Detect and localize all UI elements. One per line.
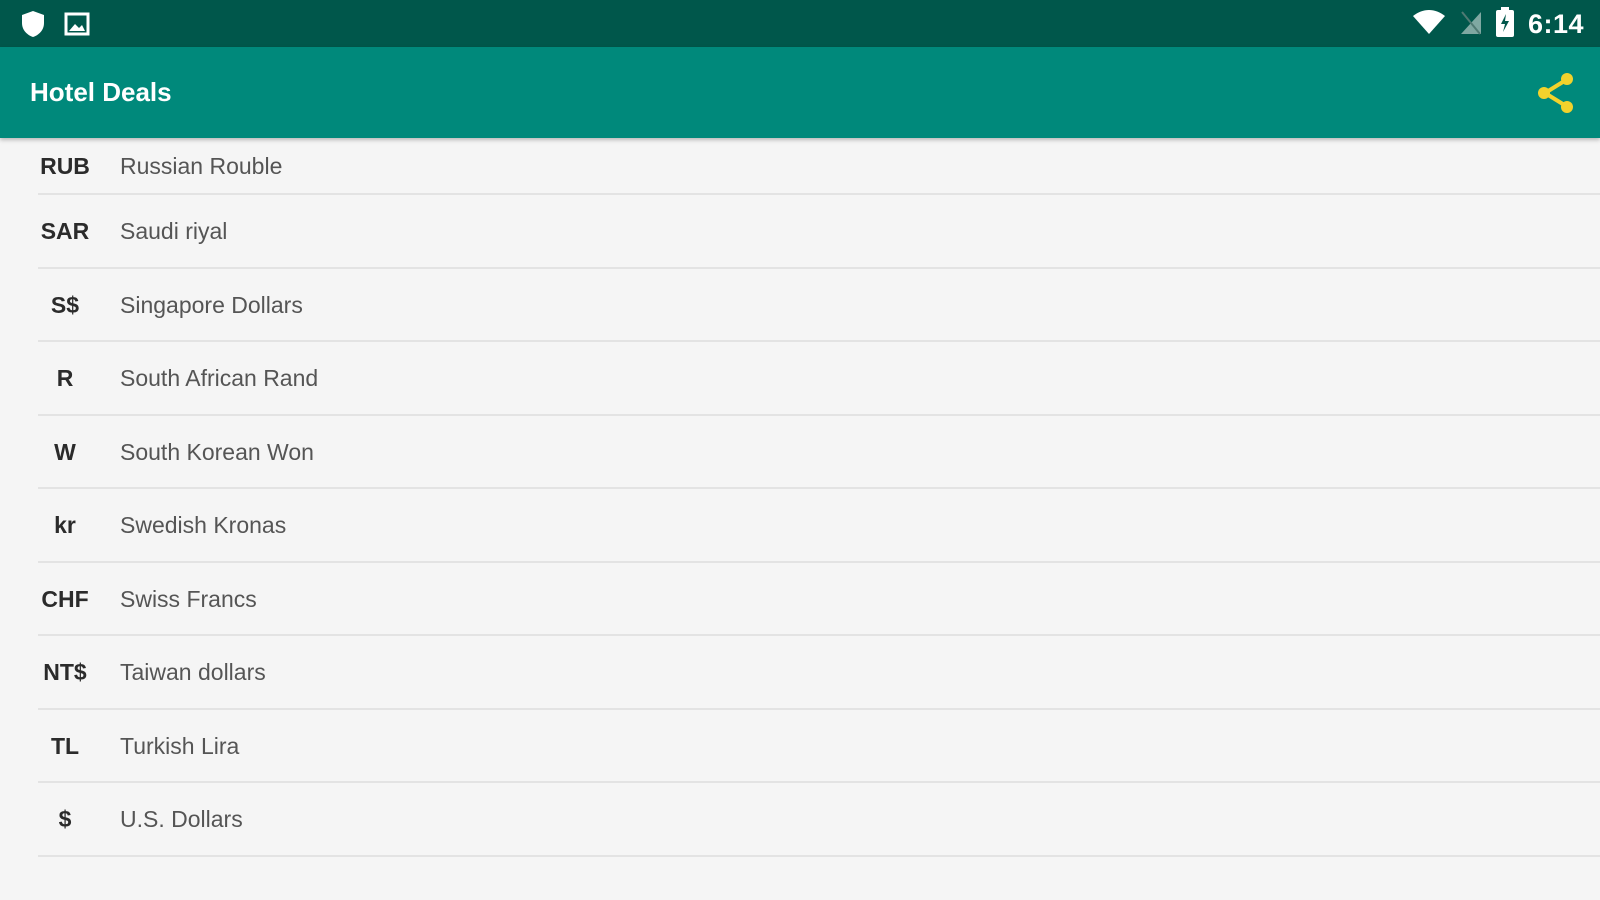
currency-name: Swiss Francs — [120, 585, 257, 612]
currency-row[interactable]: $ U.S. Dollars — [0, 783, 1600, 857]
no-sim-icon — [1460, 9, 1482, 40]
currency-code: SAR — [40, 218, 90, 245]
currency-code: S$ — [50, 291, 80, 318]
currency-name: Russian Rouble — [120, 153, 283, 179]
currency-code: kr — [54, 512, 76, 539]
currency-name: U.S. Dollars — [120, 806, 243, 833]
image-icon — [64, 12, 90, 41]
clock: 6:14 — [1527, 9, 1584, 39]
currency-row[interactable]: NT$ Taiwan dollars — [0, 636, 1600, 710]
page-title: Hotel Deals — [30, 77, 172, 107]
currency-row[interactable]: W South Korean Won — [0, 416, 1600, 490]
battery-charging-icon — [1495, 7, 1514, 42]
currency-list: RUB Russian Rouble SAR Saudi riyal S$ Singapo… — [0, 138, 1600, 900]
currency-row[interactable]: CHF Swiss Francs — [0, 563, 1600, 637]
currency-name: Saudi riyal — [120, 218, 228, 245]
currency-code: TL — [50, 732, 80, 759]
currency-name: Taiwan dollars — [120, 659, 266, 686]
currency-row[interactable]: RUB Russian Rouble — [0, 138, 1600, 195]
share-icon[interactable] — [1536, 72, 1576, 114]
currency-code: R — [56, 365, 74, 392]
status-bar: 6:14 — [0, 0, 1600, 47]
currency-code: RUB — [40, 153, 90, 179]
app-bar: Hotel Deals — [0, 47, 1600, 138]
currency-row[interactable]: R South African Rand — [0, 342, 1600, 416]
currency-code: CHF — [41, 585, 89, 612]
currency-row[interactable]: S$ Singapore Dollars — [0, 269, 1600, 343]
shield-icon — [20, 10, 46, 43]
currency-name: Singapore Dollars — [120, 291, 303, 318]
wifi-icon — [1412, 9, 1446, 40]
currency-name: South Korean Won — [120, 438, 314, 465]
currency-name: Turkish Lira — [120, 732, 240, 759]
currency-row[interactable]: kr Swedish Kronas — [0, 489, 1600, 563]
currency-name: South African Rand — [120, 365, 319, 392]
currency-row[interactable]: SAR Saudi riyal — [0, 195, 1600, 269]
currency-code: W — [54, 438, 76, 465]
currency-name: Swedish Kronas — [120, 512, 287, 539]
currency-row[interactable]: TL Turkish Lira — [0, 710, 1600, 784]
currency-code: NT$ — [43, 659, 87, 686]
currency-code: $ — [58, 806, 72, 833]
